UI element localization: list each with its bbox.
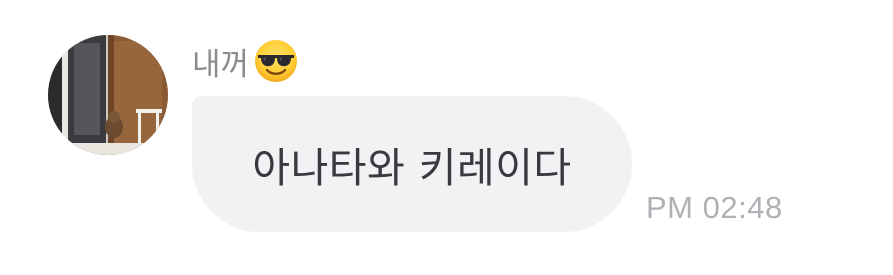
message-text: 아나타와 키레이다	[252, 144, 572, 192]
chat-message-row: 내꺼 아나타와 키레이다 PM 02:48	[0, 0, 893, 275]
avatar-photo	[48, 35, 168, 155]
message-timestamp: PM 02:48	[646, 190, 783, 225]
smiling-face-with-sunglasses-icon	[253, 38, 299, 84]
sender-header: 내꺼	[192, 38, 299, 84]
avatar[interactable]	[48, 35, 168, 155]
sender-name: 내꺼	[192, 46, 250, 83]
message-bubble[interactable]: 아나타와 키레이다	[192, 96, 632, 232]
